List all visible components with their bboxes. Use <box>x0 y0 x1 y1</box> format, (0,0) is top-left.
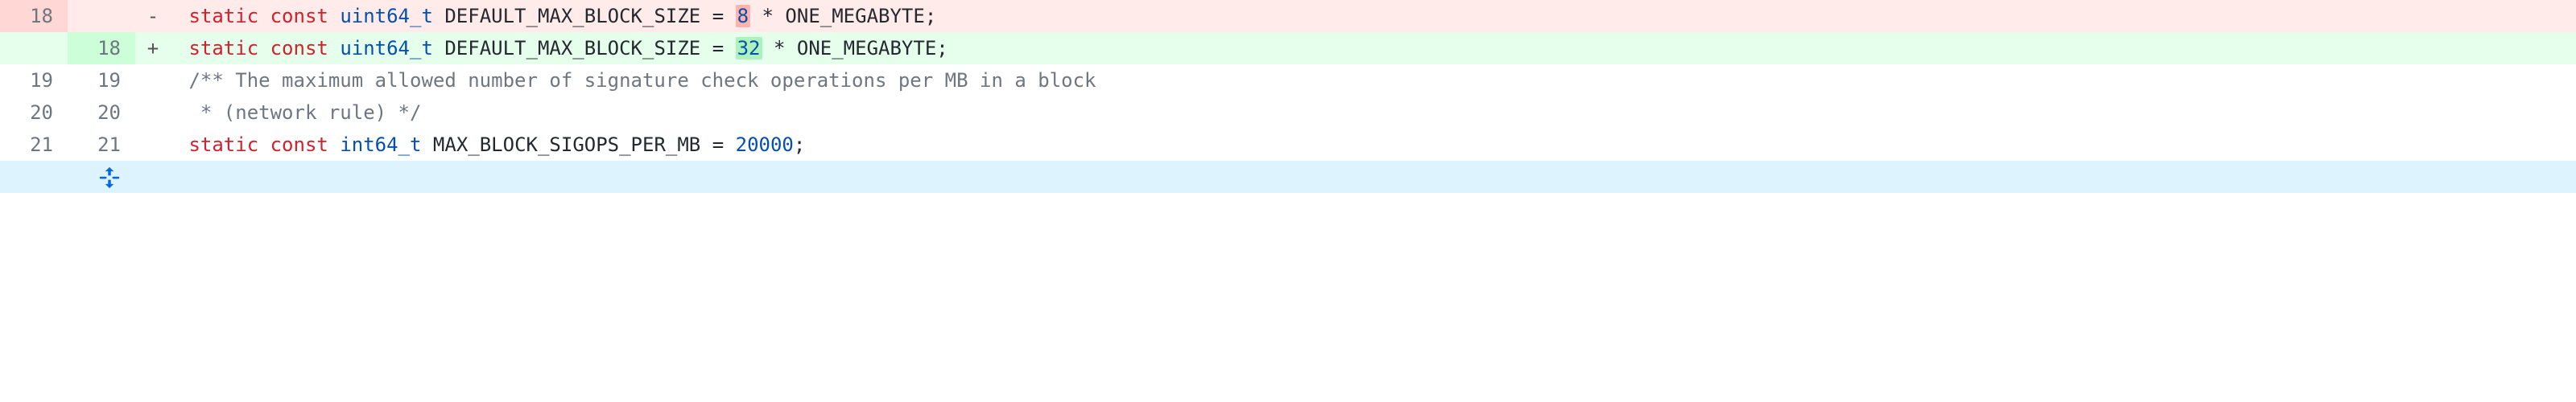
code-token <box>700 133 712 156</box>
code-token <box>177 133 188 156</box>
code-token: DEFAULT_MAX_BLOCK_SIZE <box>444 5 700 27</box>
diff-row: 2020 * (network rule) */ <box>0 96 2576 129</box>
old-line-number[interactable]: 20 <box>0 96 68 129</box>
code-token: 20000 <box>736 133 794 156</box>
code-token <box>177 101 188 124</box>
code-token: const <box>270 37 328 59</box>
code-token <box>700 5 712 27</box>
code-token <box>785 37 796 59</box>
diff-row: 2121 static const int64_t MAX_BLOCK_SIGO… <box>0 129 2576 161</box>
diff-row <box>0 161 2576 193</box>
code-token <box>724 133 735 156</box>
code-token: int64_t <box>340 133 421 156</box>
code-token: * <box>774 37 785 59</box>
code-token <box>724 5 735 27</box>
code-token: = <box>712 133 724 156</box>
new-line-number[interactable]: 20 <box>68 96 135 129</box>
code-token <box>421 133 432 156</box>
code-token <box>177 5 188 27</box>
code-token <box>328 133 340 156</box>
code-token <box>762 37 774 59</box>
code-token <box>433 37 444 59</box>
diff-marker: + <box>135 32 171 64</box>
deleted-highlight: 8 <box>736 5 750 27</box>
code-token <box>177 69 188 92</box>
code-token: const <box>270 133 328 156</box>
diff-table: 18- static const uint64_t DEFAULT_MAX_BL… <box>0 0 2576 193</box>
code-token: ; <box>794 133 805 156</box>
old-line-number[interactable]: 19 <box>0 64 68 96</box>
code-token <box>258 133 270 156</box>
new-line-number[interactable]: 19 <box>68 64 135 96</box>
code-token: ; <box>925 5 936 27</box>
diff-marker <box>135 64 171 96</box>
diff-tbody: 18- static const uint64_t DEFAULT_MAX_BL… <box>0 0 2576 193</box>
code-token <box>177 37 188 59</box>
code-cell: static const int64_t MAX_BLOCK_SIGOPS_PE… <box>171 129 2576 161</box>
code-token: 8 <box>737 5 749 27</box>
diff-marker: - <box>135 0 171 32</box>
code-token: uint64_t <box>340 37 433 59</box>
code-token <box>774 5 785 27</box>
code-cell <box>171 161 2576 193</box>
code-token: = <box>712 37 724 59</box>
code-token <box>258 37 270 59</box>
code-token: ; <box>936 37 947 59</box>
code-token: static <box>188 5 258 27</box>
code-token: * (network rule) */ <box>188 101 421 124</box>
code-token: 32 <box>737 37 761 59</box>
code-cell: static const uint64_t DEFAULT_MAX_BLOCK_… <box>171 32 2576 64</box>
code-token <box>328 37 340 59</box>
added-highlight: 32 <box>736 37 762 59</box>
code-token: static <box>188 133 258 156</box>
diff-row: 18 - static const uint64_t DEFAULT_MAX_BL… <box>0 0 2576 32</box>
code-token <box>724 37 735 59</box>
code-cell: static const uint64_t DEFAULT_MAX_BLOCK_… <box>171 0 2576 32</box>
code-token: const <box>270 5 328 27</box>
code-cell: * (network rule) */ <box>171 96 2576 129</box>
expand-hunk-button[interactable] <box>0 161 135 193</box>
old-line-number[interactable] <box>0 32 68 64</box>
code-token: ONE_MEGABYTE <box>797 37 936 59</box>
code-token: /** The maximum allowed number of signat… <box>188 69 1096 92</box>
new-line-number[interactable]: 21 <box>68 129 135 161</box>
diff-row: 18+ static const uint64_t DEFAULT_MAX_BL… <box>0 32 2576 64</box>
new-line-number[interactable] <box>68 0 135 32</box>
old-line-number[interactable]: 21 <box>0 129 68 161</box>
code-token: DEFAULT_MAX_BLOCK_SIZE <box>444 37 700 59</box>
code-token <box>258 5 270 27</box>
old-line-number[interactable]: 18 <box>0 0 68 32</box>
diff-marker <box>135 96 171 129</box>
diff-marker <box>135 161 171 193</box>
code-token: ONE_MEGABYTE <box>785 5 924 27</box>
code-token: MAX_BLOCK_SIGOPS_PER_MB <box>433 133 700 156</box>
unfold-icon <box>98 166 121 188</box>
code-token <box>750 5 762 27</box>
diff-row: 1919 /** The maximum allowed number of s… <box>0 64 2576 96</box>
new-line-number[interactable]: 18 <box>68 32 135 64</box>
code-token <box>328 5 340 27</box>
code-token: uint64_t <box>340 5 433 27</box>
code-cell: /** The maximum allowed number of signat… <box>171 64 2576 96</box>
code-token <box>700 37 712 59</box>
code-token: = <box>712 5 724 27</box>
diff-marker <box>135 129 171 161</box>
code-token: static <box>188 37 258 59</box>
code-token <box>433 5 444 27</box>
code-token: * <box>762 5 774 27</box>
